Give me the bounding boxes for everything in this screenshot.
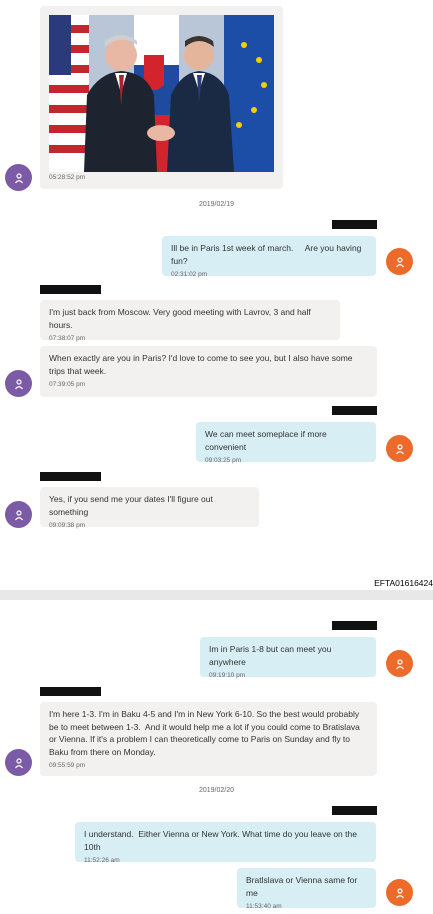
message-bubble-incoming: Yes, if you send me your dates I'll figu… [40, 487, 259, 529]
user-icon [14, 757, 23, 768]
message-text: We can meet someplace if more convenient [205, 429, 330, 452]
redaction-bar [40, 472, 101, 481]
message-bubble-outgoing: Bratlslava or Vienna same for me 11:53:4… [237, 868, 376, 910]
redaction-bar [332, 806, 377, 815]
message-time: 09:55:59 pm [49, 762, 86, 769]
self-avatar[interactable] [386, 435, 413, 462]
user-icon [14, 378, 23, 389]
user-icon [395, 256, 404, 267]
user-icon [395, 443, 404, 454]
message-text: I understand. Either Vienna or New York.… [84, 829, 360, 852]
photo-attachment[interactable] [49, 15, 274, 172]
message-text: I'm here 1-3. I'm in Baku 4-5 and I'm in… [49, 709, 363, 757]
document-id: EFTA01616424 [374, 578, 433, 588]
message-time: 02:31:02 pm [171, 271, 208, 278]
message-time: 07:39:05 pm [49, 381, 86, 388]
user-icon [395, 887, 404, 898]
message-text: Im in Paris 1-8 but can meet you anywher… [209, 644, 334, 667]
user-icon [395, 658, 404, 669]
message-text: Yes, if you send me your dates I'll figu… [49, 494, 216, 517]
user-icon [14, 172, 23, 183]
redaction-bar [332, 621, 377, 630]
page-separator [0, 590, 433, 600]
message-time: 09:03:25 pm [205, 457, 242, 464]
contact-avatar[interactable] [5, 164, 32, 191]
message-time: 07:38:07 pm [49, 335, 86, 342]
message-time: 09:09:38 pm [49, 522, 86, 529]
contact-avatar[interactable] [5, 749, 32, 776]
message-text: Ill be in Paris 1st week of march. Are y… [171, 243, 364, 266]
message-text: When exactly are you in Paris? I'd love … [49, 353, 355, 376]
date-divider: 2019/02/19 [198, 201, 235, 208]
contact-avatar[interactable] [5, 370, 32, 397]
redaction-bar [40, 687, 101, 696]
message-time: 11:52:26 am [84, 857, 120, 864]
message-time: 11:53:40 am [246, 903, 282, 910]
message-bubble-outgoing: I understand. Either Vienna or New York.… [75, 822, 376, 864]
message-bubble-incoming: I'm here 1-3. I'm in Baku 4-5 and I'm in… [40, 702, 377, 776]
handshake-photo [49, 15, 274, 172]
user-icon [14, 509, 23, 520]
redaction-bar [40, 285, 101, 294]
redaction-bar [332, 406, 377, 415]
redaction-bar [332, 220, 377, 229]
self-avatar[interactable] [386, 879, 413, 906]
message-time: 09:19:10 pm [209, 672, 246, 679]
date-divider: 2019/02/20 [198, 787, 235, 794]
message-bubble-incoming: I'm just back from Moscow. Very good mee… [40, 300, 340, 342]
message-bubble-incoming: When exactly are you in Paris? I'd love … [40, 346, 377, 397]
message-text: Bratlslava or Vienna same for me [246, 875, 360, 898]
contact-avatar[interactable] [5, 501, 32, 528]
message-bubble-outgoing: Ill be in Paris 1st week of march. Are y… [162, 236, 376, 278]
photo-message-bubble: 05:28:52 pm [40, 6, 283, 189]
self-avatar[interactable] [386, 650, 413, 677]
message-bubble-outgoing: We can meet someplace if more convenient… [196, 422, 376, 464]
message-text: I'm just back from Moscow. Very good mee… [49, 307, 314, 330]
message-bubble-outgoing: Im in Paris 1-8 but can meet you anywher… [200, 637, 376, 679]
photo-message-time: 05:28:52 pm [49, 174, 86, 181]
self-avatar[interactable] [386, 248, 413, 275]
